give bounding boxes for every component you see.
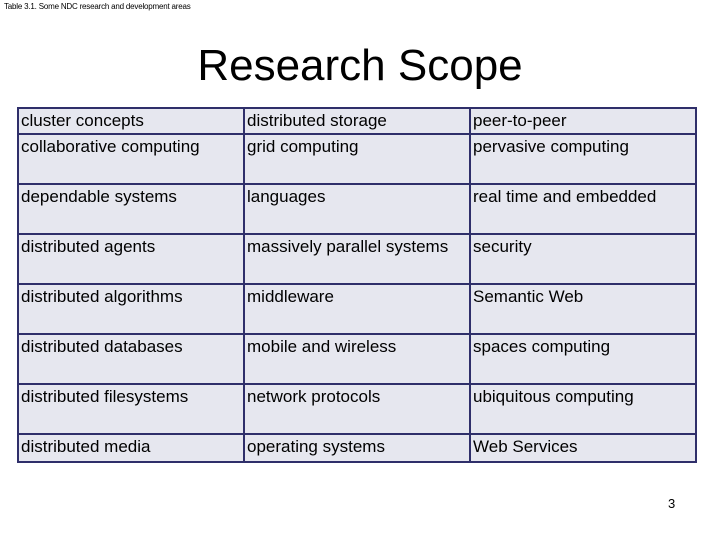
- table-cell: cluster concepts: [17, 107, 245, 135]
- table-row: cluster concepts distributed storage pee…: [17, 107, 697, 135]
- table-cell: massively parallel systems: [243, 233, 471, 285]
- table-cell: languages: [243, 183, 471, 235]
- table-cell: dependable systems: [17, 183, 245, 235]
- research-areas-table: cluster concepts distributed storage pee…: [17, 107, 697, 463]
- table-row: distributed algorithms middleware Semant…: [17, 283, 697, 335]
- table-cell: distributed storage: [243, 107, 471, 135]
- table-cell: Web Services: [469, 433, 697, 463]
- table-cell: real time and embedded: [469, 183, 697, 235]
- table-cell: spaces computing: [469, 333, 697, 385]
- table-cell: pervasive computing: [469, 133, 697, 185]
- table-cell: security: [469, 233, 697, 285]
- page-number: 3: [668, 496, 676, 511]
- table-cell: grid computing: [243, 133, 471, 185]
- table-cell: distributed agents: [17, 233, 245, 285]
- table-caption: Table 3.1. Some NDC research and develop…: [4, 2, 191, 11]
- table-cell: distributed media: [17, 433, 245, 463]
- slide-title: Research Scope: [197, 41, 523, 90]
- table-cell: middleware: [243, 283, 471, 335]
- table-cell: distributed filesystems: [17, 383, 245, 435]
- table-cell: peer-to-peer: [469, 107, 697, 135]
- table-cell: collaborative computing: [17, 133, 245, 185]
- table-row: distributed databases mobile and wireles…: [17, 333, 697, 385]
- table-cell: Semantic Web: [469, 283, 697, 335]
- table-cell: ubiquitous computing: [469, 383, 697, 435]
- table-cell: network protocols: [243, 383, 471, 435]
- table-cell: mobile and wireless: [243, 333, 471, 385]
- table-row: dependable systems languages real time a…: [17, 183, 697, 235]
- table-row: distributed agents massively parallel sy…: [17, 233, 697, 285]
- table-row: distributed media operating systems Web …: [17, 433, 697, 463]
- table-cell: operating systems: [243, 433, 471, 463]
- table-row: distributed filesystems network protocol…: [17, 383, 697, 435]
- table-cell: distributed databases: [17, 333, 245, 385]
- table-row: collaborative computing grid computing p…: [17, 133, 697, 185]
- table-cell: distributed algorithms: [17, 283, 245, 335]
